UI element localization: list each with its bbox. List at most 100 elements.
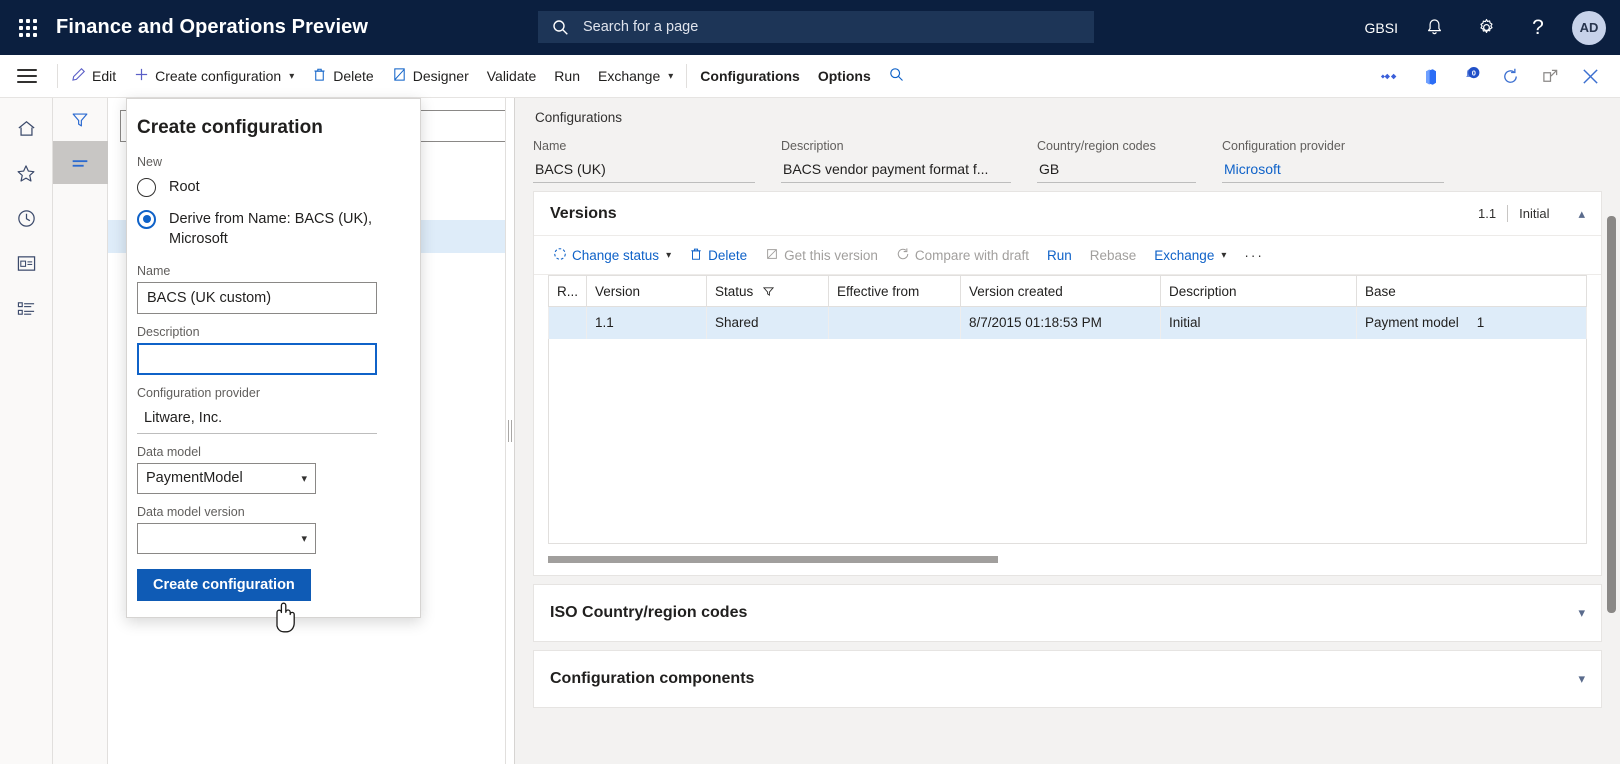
designer-button[interactable]: Designer (383, 55, 478, 98)
radio-icon-unselected[interactable] (137, 178, 156, 197)
cell-base[interactable]: Payment model 1 (1356, 306, 1587, 339)
rebase-label: Rebase (1089, 247, 1137, 263)
field-provider-label: Configuration provider (1222, 139, 1345, 153)
scrollbar-thumb[interactable] (548, 555, 998, 563)
recent-clock-icon (17, 210, 35, 227)
delete-label: Delete (333, 68, 374, 84)
more-options-button[interactable]: ··· (1235, 236, 1273, 275)
cell-base-link[interactable]: Payment model (1365, 315, 1459, 330)
versions-grid-wrapper: R... Version Status Effective from Versi… (534, 275, 1601, 544)
field-provider-value[interactable]: Microsoft (1222, 157, 1444, 183)
field-description: Description BACS vendor payment format f… (781, 139, 1037, 183)
avatar[interactable]: AD (1572, 10, 1606, 45)
designer-icon (392, 67, 407, 85)
iso-country-region-codes-header[interactable]: ISO Country/region codes ▾ (534, 585, 1601, 641)
edit-label: Edit (92, 68, 117, 84)
global-search-box[interactable] (538, 11, 1094, 43)
field-description-label: Description (781, 139, 844, 153)
compare-with-draft-button[interactable]: Compare with draft (887, 236, 1038, 275)
edit-button[interactable]: Edit (62, 55, 125, 98)
rebase-button[interactable]: Rebase (1081, 236, 1146, 275)
chevron-down-icon[interactable]: ▾ (1560, 671, 1585, 687)
flyout-name-input[interactable] (137, 281, 377, 314)
navigation-rail (0, 98, 53, 764)
search-icon (552, 19, 569, 36)
notifications-icon[interactable]: 0 (1450, 55, 1490, 98)
chevron-up-icon[interactable]: ▴ (1560, 206, 1585, 222)
splitter-grip-icon (508, 420, 512, 442)
flyout-provider-value[interactable]: Litware, Inc. (137, 404, 377, 434)
sidebar-item-recent[interactable] (0, 196, 53, 241)
tab-configurations[interactable]: Configurations (691, 55, 809, 98)
table-row[interactable]: 1.1 Shared 8/7/2015 01:18:53 PM Initial … (548, 306, 1587, 339)
chevron-down-icon: ▾ (666, 249, 672, 261)
list-pane-rail (52, 98, 108, 764)
delete-version-button[interactable]: Delete (680, 236, 756, 275)
chevron-down-icon: ▾ (668, 70, 674, 82)
column-header-r[interactable]: R... (548, 275, 587, 307)
sidebar-item-workspaces[interactable] (0, 241, 53, 286)
search-input[interactable] (581, 18, 1080, 36)
company-selector[interactable]: GBSI (1355, 0, 1408, 55)
notifications-button[interactable] (1408, 0, 1460, 55)
navigation-menu-button[interactable] (0, 55, 53, 98)
column-header-base[interactable]: Base (1356, 275, 1587, 307)
create-configuration-submit-button[interactable]: Create configuration (137, 568, 311, 601)
filter-icon[interactable] (762, 284, 775, 299)
field-country-value[interactable]: GB (1037, 157, 1196, 183)
field-name-value[interactable]: BACS (UK) (533, 157, 755, 183)
configuration-details-pane: Configurations Name BACS (UK) Descriptio… (515, 98, 1620, 764)
sidebar-item-home[interactable] (0, 106, 53, 151)
delete-version-label: Delete (708, 247, 748, 263)
help-button[interactable]: ? (1512, 0, 1564, 55)
panel-splitter[interactable] (506, 98, 515, 764)
flyout-description-input[interactable] (137, 342, 377, 375)
column-header-version[interactable]: Version (586, 275, 707, 307)
refresh-button[interactable] (1490, 55, 1530, 98)
get-this-version-button[interactable]: Get this version (756, 236, 887, 275)
change-status-button[interactable]: Change status ▾ (544, 236, 680, 275)
dynamics-diamond-icon[interactable] (1370, 55, 1410, 98)
radio-icon-selected[interactable] (137, 209, 156, 229)
configuration-components-header[interactable]: Configuration components ▾ (534, 651, 1601, 707)
column-header-version-created[interactable]: Version created (960, 275, 1161, 307)
field-country-label: Country/region codes (1037, 139, 1156, 153)
office-icon[interactable] (1410, 55, 1450, 98)
app-launcher-button[interactable] (0, 18, 56, 37)
radio-option-derive[interactable]: Derive from Name: BACS (UK), Microsoft (137, 209, 402, 250)
radio-option-root[interactable]: Root (137, 177, 402, 198)
chevron-down-icon[interactable]: ▾ (1560, 605, 1585, 621)
flyout-data-model-version-select[interactable]: ▾ (137, 522, 316, 554)
column-header-status[interactable]: Status (706, 275, 829, 307)
run-version-button[interactable]: Run (1038, 236, 1081, 275)
versions-card-header[interactable]: Versions 1.1 Initial ▴ (534, 192, 1601, 236)
tab-options[interactable]: Options (809, 55, 880, 98)
list-view-button[interactable] (52, 141, 108, 184)
list-lines-icon (72, 159, 88, 167)
column-header-description[interactable]: Description (1160, 275, 1357, 307)
favorites-star-icon (17, 164, 35, 182)
create-configuration-button[interactable]: Create configuration ▾ (125, 55, 303, 98)
validate-button[interactable]: Validate (478, 55, 546, 98)
page-search-button[interactable] (880, 55, 913, 98)
column-header-effective-from[interactable]: Effective from (828, 275, 961, 307)
close-button[interactable] (1570, 55, 1610, 98)
popout-button[interactable] (1530, 55, 1570, 98)
flyout-data-model-select[interactable]: PaymentModel ▾ (137, 462, 316, 494)
toolbar-divider (57, 64, 58, 88)
sidebar-item-favorites[interactable] (0, 151, 53, 196)
run-button[interactable]: Run (545, 55, 589, 98)
chevron-down-icon: ▾ (1221, 249, 1227, 261)
page-vertical-scrollbar[interactable] (1607, 216, 1616, 613)
sidebar-item-modules[interactable] (0, 286, 53, 331)
grid-horizontal-scrollbar[interactable] (548, 555, 1587, 563)
exchange-menu-button[interactable]: Exchange ▾ (589, 55, 682, 98)
field-description-value[interactable]: BACS vendor payment format f... (781, 157, 1011, 183)
refresh-icon (1503, 68, 1517, 83)
filter-button[interactable] (53, 98, 108, 141)
settings-button[interactable] (1460, 0, 1512, 55)
popout-icon (1542, 69, 1557, 82)
versions-title: Versions (550, 204, 617, 222)
exchange-versions-button[interactable]: Exchange ▾ (1145, 236, 1235, 275)
delete-button[interactable]: Delete (303, 55, 382, 98)
